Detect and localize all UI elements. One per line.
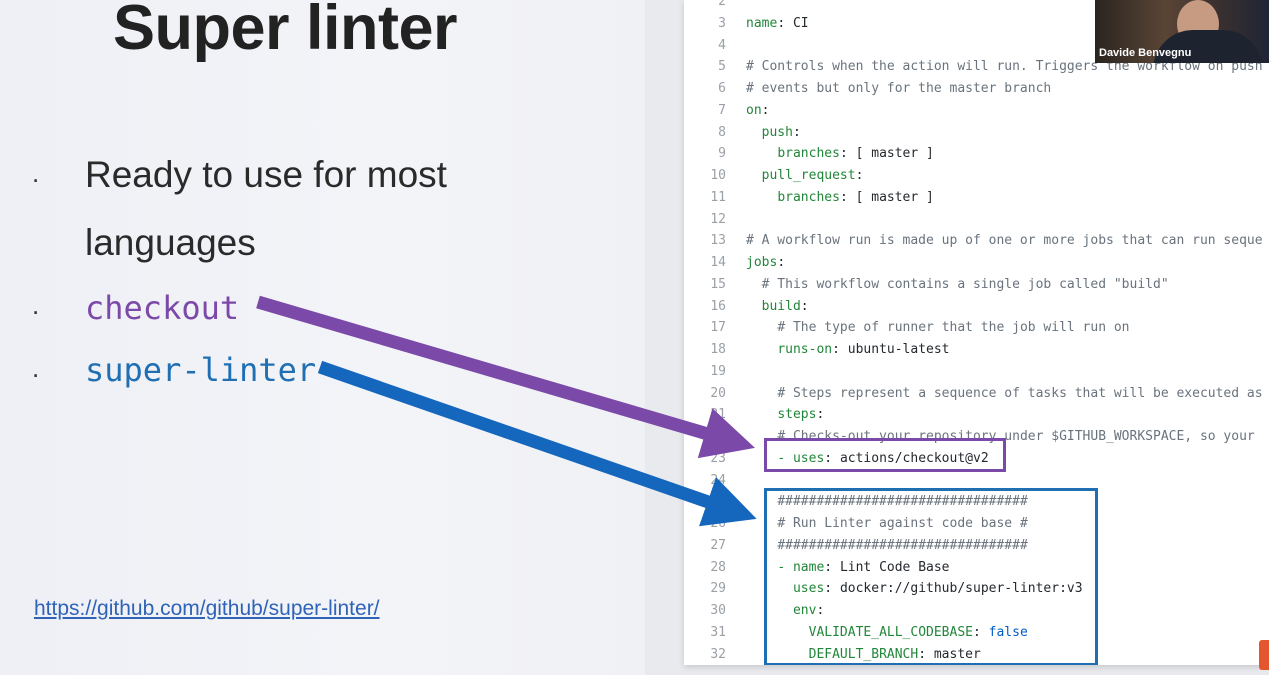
super-linter-arrow (317, 360, 757, 527)
video-thumbnail[interactable]: Davide Benvegnu (1095, 0, 1269, 63)
annotation-arrows (256, 295, 757, 527)
participant-name: Davide Benvegnu (1099, 47, 1192, 59)
corner-logo (1259, 640, 1269, 670)
